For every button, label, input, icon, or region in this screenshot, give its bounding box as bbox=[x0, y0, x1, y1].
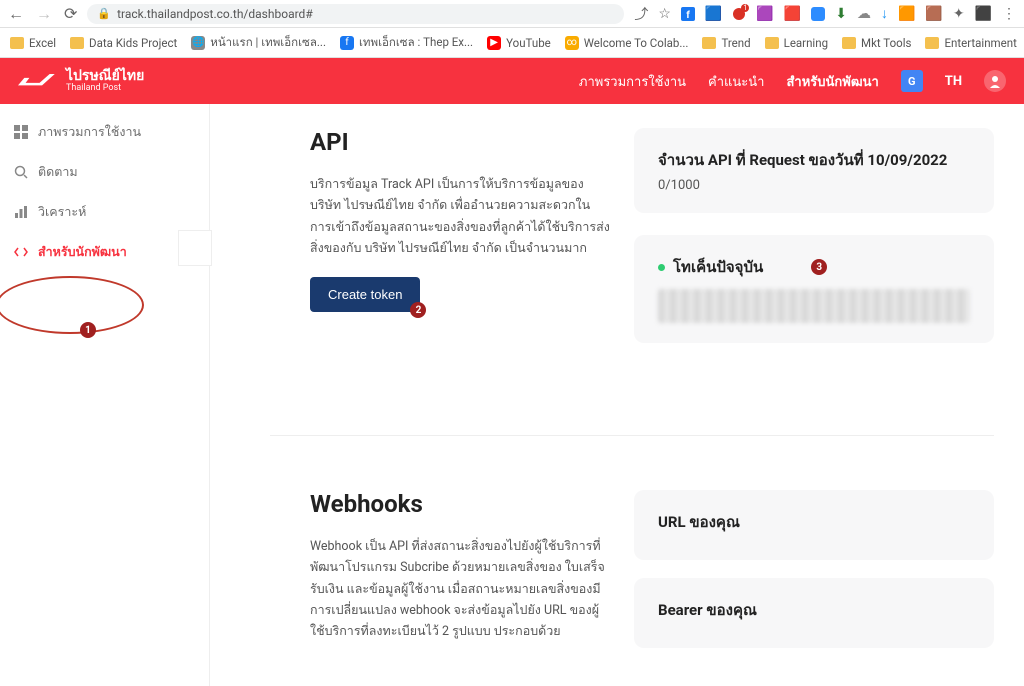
svg-text:f: f bbox=[686, 10, 690, 21]
bookmark-item[interactable]: Mkt Tools bbox=[842, 36, 911, 50]
folder-icon bbox=[10, 37, 24, 49]
folder-icon bbox=[765, 37, 779, 49]
ext-cloud-icon[interactable]: ☁ bbox=[857, 6, 871, 22]
bookmark-item[interactable]: Data Kids Project bbox=[70, 36, 177, 50]
api-stats-value: 0/1000 bbox=[658, 178, 970, 193]
section-title-api: API bbox=[310, 128, 610, 156]
webhooks-description: Webhook เป็น API ที่ส่งสถานะสิ่งของไปยัง… bbox=[310, 536, 610, 642]
token-value-blurred bbox=[658, 289, 970, 323]
lang-switch[interactable]: TH bbox=[945, 74, 962, 89]
token-card-title: โทเค็นปัจจุบัน bbox=[673, 255, 763, 279]
code-icon bbox=[14, 245, 28, 259]
nav-reload-icon[interactable]: ⟳ bbox=[64, 4, 77, 24]
sidebar-item-analytics[interactable]: วิเคราะห์ bbox=[0, 192, 209, 232]
colab-icon: ∞ bbox=[565, 36, 579, 50]
ext-download-icon[interactable]: ⬇ bbox=[835, 6, 847, 22]
ext-fb-icon[interactable]: f bbox=[681, 7, 695, 21]
sidebar-item-label: ติดตาม bbox=[38, 162, 78, 182]
main-content: API บริการข้อมูล Track API เป็นการให้บริ… bbox=[210, 104, 1024, 686]
bookmarks-bar: Excel Data Kids Project 🌐หน้าแรก | เทพเอ… bbox=[0, 28, 1024, 58]
sidebar-item-label: ภาพรวมการใช้งาน bbox=[38, 122, 141, 142]
user-avatar-icon[interactable] bbox=[984, 70, 1006, 92]
status-dot-icon bbox=[658, 264, 665, 271]
nav-overview[interactable]: ภาพรวมการใช้งาน bbox=[579, 71, 686, 92]
chart-icon bbox=[14, 205, 28, 219]
sidebar-item-label: วิเคราะห์ bbox=[38, 202, 86, 222]
divider bbox=[270, 435, 994, 436]
bookmark-item[interactable]: Entertainment bbox=[925, 36, 1016, 50]
bearer-card: Bearer ของคุณ bbox=[634, 578, 994, 648]
nav-forward-icon[interactable]: → bbox=[36, 4, 52, 24]
sidebar-item-track[interactable]: ติดตาม bbox=[0, 152, 209, 192]
share-icon[interactable]: ⤴ bbox=[634, 4, 648, 24]
ext-icon-5[interactable]: 🟧 bbox=[898, 6, 915, 22]
search-icon bbox=[14, 165, 28, 179]
api-description: บริการข้อมูล Track API เป็นการให้บริการข… bbox=[310, 174, 610, 259]
translate-icon[interactable]: G bbox=[901, 70, 923, 92]
annotation-badge-1: 1 bbox=[80, 322, 96, 338]
sidebar-item-developers[interactable]: สำหรับนักพัฒนา bbox=[0, 232, 209, 272]
bookmark-item[interactable]: ∞Welcome To Colab... bbox=[565, 36, 689, 50]
grid-icon bbox=[14, 125, 28, 139]
active-marker bbox=[178, 230, 212, 266]
ext-icon-2[interactable]: 🟪 bbox=[756, 6, 773, 22]
nav-back-icon[interactable]: ← bbox=[8, 4, 24, 24]
folder-icon bbox=[702, 37, 716, 49]
bookmark-item[interactable]: Learning bbox=[765, 36, 828, 50]
nav-guide[interactable]: คำแนะนำ bbox=[708, 71, 764, 92]
folder-icon bbox=[70, 37, 84, 49]
bookmark-item[interactable]: Excel bbox=[10, 36, 56, 50]
ext-puzzle-icon[interactable]: ✦ bbox=[953, 6, 965, 22]
brand[interactable]: ไปรษณีย์ไทย Thailand Post bbox=[18, 69, 144, 93]
annotation-circle-1 bbox=[0, 276, 144, 334]
app-header: ไปรษณีย์ไทย Thailand Post ภาพรวมการใช้งา… bbox=[0, 58, 1024, 104]
bookmark-item[interactable]: fเทพเอ็กเซล : Thep Ex... bbox=[340, 34, 473, 52]
api-stats-title: จำนวน API ที่ Request ของวันที่ 10/09/20… bbox=[658, 148, 970, 172]
nav-developers[interactable]: สำหรับนักพัฒนา bbox=[786, 71, 878, 92]
bookmark-item[interactable]: 🌐หน้าแรก | เทพเอ็กเซล... bbox=[191, 34, 326, 52]
sidebar: ภาพรวมการใช้งาน ติดตาม วิเคราะห์ สำหรับน… bbox=[0, 104, 210, 686]
fb-icon: f bbox=[340, 36, 354, 50]
url-text: track.thailandpost.co.th/dashboard# bbox=[117, 7, 313, 21]
globe-icon: 🌐 bbox=[191, 36, 205, 50]
lock-icon: 🔒 bbox=[97, 7, 111, 20]
sidebar-item-label: สำหรับนักพัฒนา bbox=[38, 242, 127, 262]
folder-icon bbox=[925, 37, 939, 49]
ext-icon-1[interactable]: 🟦 bbox=[705, 6, 722, 22]
ext-icon-3[interactable]: 🟥 bbox=[784, 6, 801, 22]
annotation-badge-2: 2 bbox=[410, 302, 426, 318]
ext-zoom-icon[interactable] bbox=[811, 7, 825, 21]
sidebar-item-overview[interactable]: ภาพรวมการใช้งาน bbox=[0, 112, 209, 152]
brand-logo-icon bbox=[18, 70, 56, 92]
browser-toolbar: ← → ⟳ 🔒 track.thailandpost.co.th/dashboa… bbox=[0, 0, 1024, 28]
url-card: URL ของคุณ bbox=[634, 490, 994, 560]
token-card: โทเค็นปัจจุบัน 3 bbox=[634, 235, 994, 343]
brand-name-th: ไปรษณีย์ไทย bbox=[66, 69, 144, 84]
bearer-card-title: Bearer ของคุณ bbox=[658, 598, 970, 622]
ext-bell-icon[interactable]: 1 bbox=[732, 7, 746, 21]
ext-icon-6[interactable]: 🟫 bbox=[925, 6, 942, 22]
api-stats-card: จำนวน API ที่ Request ของวันที่ 10/09/20… bbox=[634, 128, 994, 213]
yt-icon: ▶ bbox=[487, 36, 501, 50]
ext-icon-4[interactable]: ↓ bbox=[881, 5, 888, 22]
bookmark-item[interactable]: ▶YouTube bbox=[487, 36, 551, 50]
browser-menu-icon[interactable]: ⋮ bbox=[1002, 6, 1016, 22]
create-token-button[interactable]: Create token bbox=[310, 277, 420, 312]
url-bar[interactable]: 🔒 track.thailandpost.co.th/dashboard# bbox=[87, 4, 624, 24]
folder-icon bbox=[842, 37, 856, 49]
star-icon[interactable]: ☆ bbox=[658, 6, 671, 22]
bookmark-item[interactable]: Trend bbox=[702, 36, 750, 50]
annotation-badge-3: 3 bbox=[811, 259, 827, 275]
ext-profile-icon[interactable]: ⬛ bbox=[975, 6, 992, 22]
brand-name-en: Thailand Post bbox=[66, 84, 144, 93]
